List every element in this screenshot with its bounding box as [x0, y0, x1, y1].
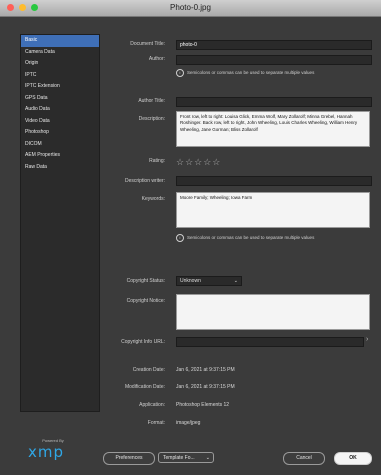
sidebar-item-raw-data[interactable]: Raw Data	[21, 162, 99, 174]
copyright-status-label: Copyright Status:	[126, 278, 165, 284]
description-label: Description:	[138, 116, 165, 122]
sidebar-item-origin[interactable]: Origin	[21, 58, 99, 70]
title-bar: Photo-0.jpg	[0, 0, 381, 17]
keywords-label: Keywords:	[141, 196, 165, 202]
creation-date-label: Creation Date:	[132, 367, 165, 373]
author-field[interactable]	[176, 55, 372, 65]
creation-date-value: Jan 6, 2021 at 9:37:15 PM	[176, 367, 235, 373]
copyright-info-url-label: Copyright Info URL:	[121, 339, 165, 345]
application-label: Application:	[139, 402, 165, 408]
application-value: Photoshop Elements 12	[176, 402, 230, 408]
sidebar-item-iptc[interactable]: IPTC	[21, 70, 99, 82]
go-to-url-icon[interactable]: ›	[366, 336, 368, 343]
sidebar-item-gps-data[interactable]: GPS Data	[21, 93, 99, 105]
cancel-button[interactable]: Cancel	[283, 452, 325, 465]
rating-stars[interactable]: ☆☆☆☆☆	[176, 157, 221, 168]
file-info-dialog: Photo-0.jpg Basic Camera Data Origin IPT…	[0, 0, 381, 475]
description-writer-label: Description writer:	[124, 178, 165, 184]
description-writer-field[interactable]	[176, 176, 372, 186]
author-title-field[interactable]	[176, 97, 372, 107]
copyright-status-select[interactable]: Unknown ⌄	[176, 276, 242, 286]
window-title: Photo-0.jpg	[170, 3, 211, 12]
sidebar-item-iptc-extension[interactable]: IPTC Extension	[21, 81, 99, 93]
category-sidebar: Basic Camera Data Origin IPTC IPTC Exten…	[20, 34, 100, 412]
ok-button[interactable]: OK	[334, 452, 372, 465]
template-folder-button[interactable]: Template Fo... ⌄	[158, 452, 214, 463]
copyright-notice-label: Copyright Notice:	[126, 298, 165, 304]
description-textarea[interactable]: Front row, left to right: Louisa Glick, …	[176, 111, 370, 147]
chevron-down-icon: ⌄	[205, 455, 210, 461]
modification-date-value: Jan 6, 2021 at 9:37:15 PM	[176, 384, 235, 390]
chevron-down-icon: ⌄	[233, 278, 238, 284]
sidebar-item-audio-data[interactable]: Audio Data	[21, 104, 99, 116]
rating-label: Rating:	[149, 158, 165, 164]
format-label: Format:	[147, 420, 165, 426]
format-value: image/jpeg	[176, 420, 201, 426]
keywords-textarea[interactable]: Moore Family; Wheeling; Iowa Farm	[176, 192, 370, 228]
author-separator-tip: i Semicolons or commas can be used to sep…	[176, 69, 314, 77]
sidebar-item-dicom[interactable]: DICOM	[21, 139, 99, 151]
keywords-tip-text: Semicolons or commas can be used to sepa…	[187, 235, 315, 241]
document-title-value: photo-0	[180, 42, 197, 48]
xmp-logo: Powered By xmp	[28, 438, 78, 461]
copyright-status-value: Unknown	[180, 278, 201, 284]
sidebar-item-video-data[interactable]: Video Data	[21, 116, 99, 128]
sidebar-item-aem-properties[interactable]: AEM Properties	[21, 150, 99, 162]
copyright-notice-textarea[interactable]	[176, 294, 370, 330]
author-title-label: Author Title:	[138, 98, 165, 104]
document-title-label: Document Title:	[130, 41, 165, 47]
xmp-logo-text: xmp	[28, 443, 65, 461]
author-label: Author:	[148, 56, 165, 62]
document-title-field[interactable]: photo-0	[176, 40, 372, 50]
preferences-button[interactable]: Preferences	[103, 452, 155, 465]
info-icon: i	[176, 69, 184, 77]
keywords-separator-tip: i Semicolons or commas can be used to sep…	[176, 234, 314, 242]
info-icon: i	[176, 234, 184, 242]
modification-date-label: Modification Date:	[124, 384, 165, 390]
template-folder-label: Template Fo...	[163, 455, 195, 461]
author-tip-text: Semicolons or commas can be used to sepa…	[187, 70, 315, 76]
copyright-info-url-field[interactable]	[176, 337, 364, 347]
sidebar-item-photoshop[interactable]: Photoshop	[21, 127, 99, 139]
sidebar-item-basic[interactable]: Basic	[21, 35, 99, 47]
sidebar-item-camera-data[interactable]: Camera Data	[21, 47, 99, 59]
